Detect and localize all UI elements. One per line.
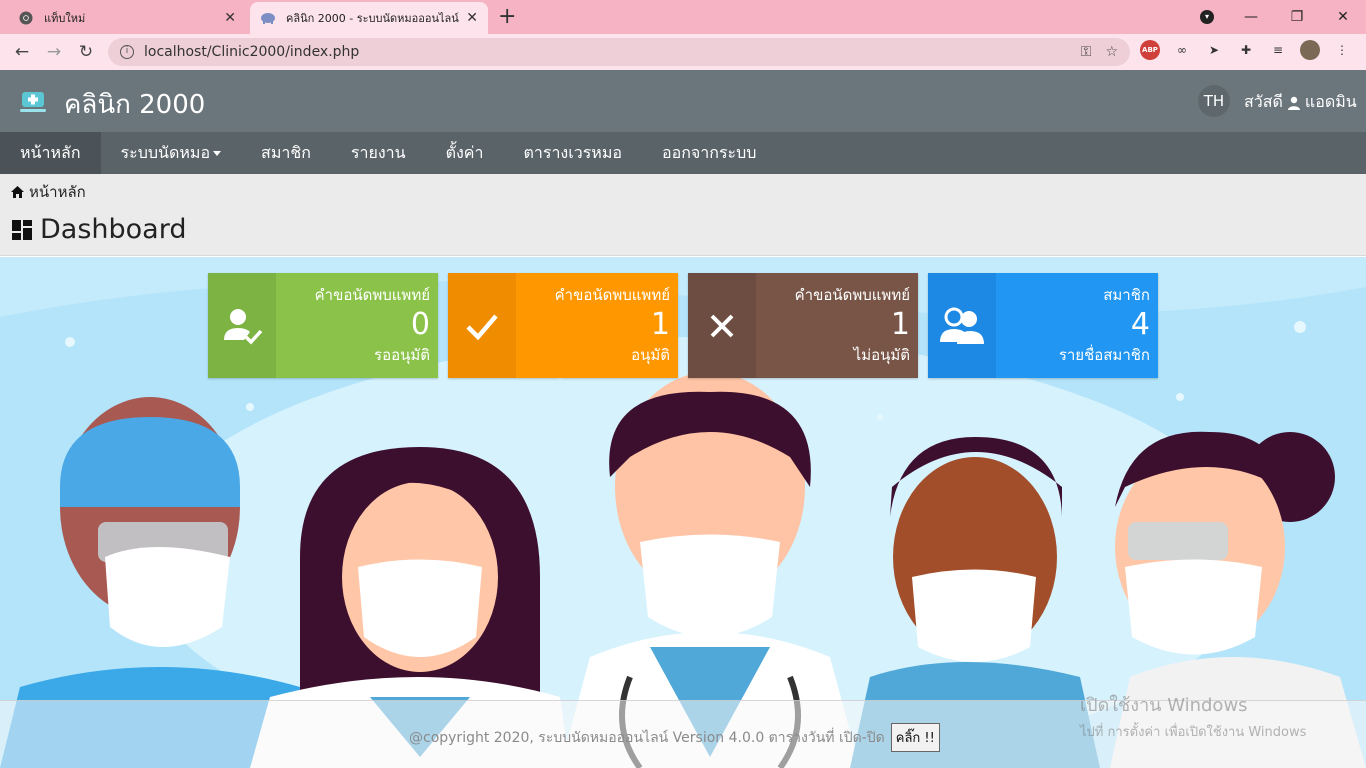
nav-settings[interactable]: ตั้งค่า [426,132,504,174]
browser-tab-newtab[interactable]: แท็บใหม่ ✕ [8,2,246,34]
user-check-icon [224,308,263,345]
chrome-icon [18,10,34,26]
info-icon[interactable]: i [120,45,134,59]
browser-tab-clinic[interactable]: คลินิก 2000 - ระบบนัดหมอออนไลน์ ✕ [250,2,488,34]
nav-reports[interactable]: รายงาน [331,132,426,174]
media-icon[interactable]: ≡ [1268,40,1288,60]
puzzle-icon[interactable]: ✚ [1236,40,1256,60]
home-icon [11,186,24,198]
windows-activation-watermark: เปิดใช้งาน Windows ไปที่ การตั้งค่า เพื่… [1080,690,1306,742]
back-icon[interactable]: ← [6,42,38,62]
url-text: localhost/Clinic2000/index.php [144,44,360,60]
card-title: คำขอนัดพบแพทย์ [794,286,910,304]
card-subtitle: รออนุมัติ [374,346,430,364]
page-header: หน้าหลัก Dashboard [0,174,1366,256]
card-subtitle: ไม่อนุมัติ [853,346,910,364]
card-subtitle: รายชื่อสมาชิก [1058,346,1150,364]
users-icon [940,307,984,344]
key-icon[interactable]: ⚿ [1081,44,1092,60]
chevron-down-icon [213,151,222,156]
watermark-line-1: เปิดใช้งาน Windows [1080,695,1248,716]
card-approved[interactable]: คำขอนัดพบแพทย์ 1 อนุมัติ [448,273,678,378]
tab-title: คลินิก 2000 - ระบบนัดหมอออนไลน์ [286,12,459,25]
username: แอดมิน [1304,92,1357,111]
card-icon-bg [208,273,276,378]
user-icon [1287,96,1300,110]
greeting-text: สวัสดี [1244,92,1283,111]
breadcrumb-home: หน้าหลัก [29,183,86,201]
star-icon[interactable]: ☆ [1105,44,1118,60]
adblock-icon[interactable]: ABP [1140,40,1160,60]
reload-icon[interactable]: ↻ [70,42,102,62]
avatar-icon[interactable] [1300,40,1320,60]
main-nav: หน้าหลัก ระบบนัดหมอ สมาชิก รายงาน ตั้งค่… [0,132,1366,174]
breadcrumb[interactable]: หน้าหลัก [10,180,86,204]
close-window-icon[interactable]: ✕ [1320,9,1366,25]
user-menu[interactable]: สวัสดี แอดมิน [1244,90,1357,115]
browser-tabbar: แท็บใหม่ ✕ คลินิก 2000 - ระบบนัดหมอออนไล… [0,0,1366,34]
footer-copyright: @copyright 2020, ระบบนัดหมอออนไลน์ Versi… [409,729,885,746]
clinic-logo-icon [20,92,46,112]
card-rejected[interactable]: คำขอนัดพบแพทย์ 1 ไม่อนุมัติ [688,273,918,378]
minimize-icon[interactable]: — [1228,9,1274,25]
close-tab-icon[interactable]: ✕ [224,10,236,26]
card-title: สมาชิก [1103,286,1150,304]
schedule-click-button[interactable]: คลิ๊ก !! [890,723,940,752]
card-value: 0 [410,307,430,342]
watermark-line-2: ไปที่ การตั้งค่า เพื่อเปิดใช้งาน Windows [1080,725,1307,740]
nav-home[interactable]: หน้าหลัก [0,132,101,174]
brand-title[interactable]: คลินิก 2000 [64,84,205,125]
card-title: คำขอนัดพบแพทย์ [554,286,670,304]
page-title: Dashboard [12,214,186,245]
elephant-icon [260,10,276,26]
new-tab-icon[interactable]: + [498,4,516,29]
nav-appointment-label: ระบบนัดหมอ [120,143,211,162]
check-icon [466,314,498,340]
tab-title: แท็บใหม่ [44,12,86,25]
card-pending[interactable]: คำขอนัดพบแพทย์ 0 รออนุมัติ [208,273,438,378]
extension-icon[interactable]: ∞ [1172,40,1192,60]
address-bar[interactable]: i localhost/Clinic2000/index.php ⚿ ☆ [108,38,1130,66]
nav-members[interactable]: สมาชิก [241,132,331,174]
x-icon [710,314,734,337]
cursor-icon[interactable]: ➤ [1204,40,1224,60]
tab-search-icon[interactable]: ▾ [1200,10,1214,24]
nav-logout[interactable]: ออกจากระบบ [642,132,776,174]
card-icon-bg [448,273,516,378]
dashboard-icon [12,219,32,240]
language-toggle[interactable]: TH [1198,85,1230,117]
card-subtitle: อนุมัติ [631,346,670,364]
card-title: คำขอนัดพบแพทย์ [314,286,430,304]
menu-icon[interactable]: ⋮ [1332,40,1352,60]
close-tab-icon[interactable]: ✕ [466,10,478,26]
forward-icon[interactable]: → [38,42,70,62]
nav-doctor-schedule[interactable]: ตารางเวรหมอ [503,132,642,174]
app-header: คลินิก 2000 TH สวัสดี แอดมิน [0,70,1366,132]
card-members[interactable]: สมาชิก 4 รายชื่อสมาชิก [928,273,1158,378]
browser-toolbar: ← → ↻ i localhost/Clinic2000/index.php ⚿… [0,34,1366,70]
page-title-text: Dashboard [40,214,187,245]
card-value: 1 [890,307,910,342]
card-icon-bg [928,273,996,378]
card-icon-bg [688,273,756,378]
card-value: 1 [650,307,670,342]
card-value: 4 [1130,307,1150,342]
restore-icon[interactable]: ❐ [1274,9,1320,25]
nav-appointment[interactable]: ระบบนัดหมอ [101,132,242,174]
